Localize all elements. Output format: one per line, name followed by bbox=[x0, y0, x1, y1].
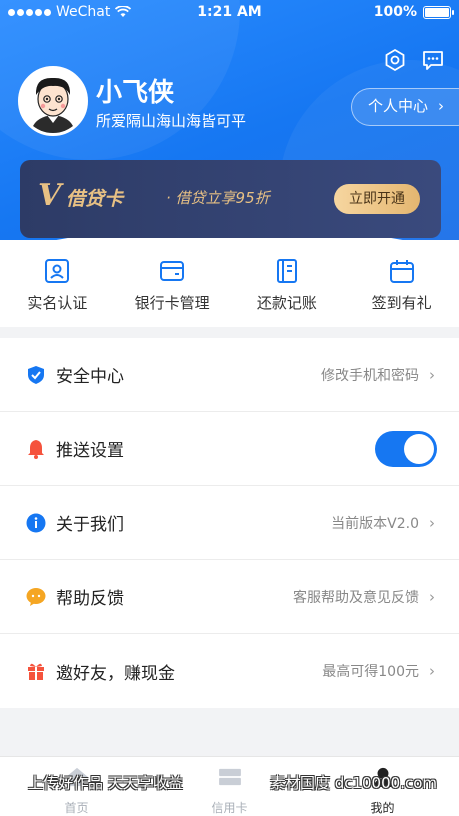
avatar[interactable] bbox=[18, 66, 88, 136]
quick-item-bank-card[interactable]: 银行卡管理 bbox=[115, 240, 230, 327]
menu-label: 推送设置 bbox=[56, 441, 124, 461]
watermark-right: 素材国度 dc10000.com bbox=[269, 774, 437, 792]
quick-item-check-in[interactable]: 签到有礼 bbox=[344, 240, 459, 327]
chevron-right-icon: › bbox=[438, 97, 444, 115]
menu-value: 当前版本V2.0 bbox=[331, 515, 419, 532]
menu-item-about[interactable]: 关于我们 当前版本V2.0 › bbox=[0, 486, 459, 560]
credit-card-icon bbox=[218, 768, 241, 786]
bell-icon bbox=[26, 439, 46, 459]
message-icon[interactable] bbox=[421, 48, 445, 72]
battery-icon bbox=[423, 5, 454, 19]
menu-label: 帮助反馈 bbox=[56, 589, 124, 609]
menu-label: 关于我们 bbox=[56, 515, 124, 535]
tab-label: 首页 bbox=[64, 801, 89, 815]
quick-item-real-name[interactable]: 实名认证 bbox=[0, 240, 115, 327]
menu-label: 安全中心 bbox=[56, 367, 124, 387]
shield-icon bbox=[26, 365, 46, 385]
chevron-right-icon: › bbox=[429, 662, 435, 680]
battery-percent: 100% bbox=[373, 4, 417, 20]
personal-center-button[interactable]: 个人中心 › bbox=[351, 88, 459, 126]
calendar-icon bbox=[389, 260, 414, 283]
quick-label: 银行卡管理 bbox=[134, 294, 210, 312]
personal-center-label: 个人中心 bbox=[368, 97, 429, 115]
watermark-left: 上传好作品 天天享收益 bbox=[28, 774, 183, 792]
quick-label: 还款记账 bbox=[256, 294, 317, 312]
menu-value: 客服帮助及意见反馈 bbox=[293, 589, 419, 606]
menu-item-security[interactable]: 安全中心 修改手机和密码 › bbox=[0, 338, 459, 412]
tab-label: 我的 bbox=[370, 801, 395, 815]
quick-item-repayment[interactable]: 还款记账 bbox=[230, 240, 345, 327]
vip-icon: V bbox=[38, 178, 62, 213]
loan-card-title: 借贷卡 bbox=[66, 188, 124, 210]
bank-card-icon bbox=[160, 261, 185, 281]
chat-icon bbox=[26, 587, 46, 607]
notebook-icon bbox=[276, 259, 297, 283]
chevron-right-icon: › bbox=[429, 513, 435, 532]
status-bar: WeChat 1:21 AM 100% bbox=[0, 0, 459, 26]
open-now-button[interactable]: 立即开通 bbox=[334, 184, 420, 214]
menu-item-invite[interactable]: 邀好友，赚现金 最高可得100元 › bbox=[0, 634, 459, 708]
id-card-icon bbox=[45, 259, 70, 283]
menu-value: 最高可得100元 bbox=[322, 664, 419, 680]
quick-label: 签到有礼 bbox=[371, 294, 432, 312]
info-icon bbox=[26, 513, 46, 533]
chevron-right-icon: › bbox=[429, 587, 435, 606]
chevron-right-icon: › bbox=[429, 365, 435, 384]
user-signature: 所爱隔山海山海皆可平 bbox=[96, 112, 247, 130]
menu-value: 修改手机和密码 bbox=[321, 367, 419, 384]
gift-icon bbox=[26, 661, 46, 681]
quick-label: 实名认证 bbox=[27, 294, 88, 312]
push-toggle[interactable] bbox=[375, 430, 437, 467]
settings-menu: 安全中心 修改手机和密码 › 推送设置 关于我们 当前版本V2.0 › 帮助反馈… bbox=[0, 338, 459, 708]
quick-actions: 实名认证 银行卡管理 还款记账 签到有礼 bbox=[0, 240, 459, 327]
loan-card-subtitle: · 借贷立享95折 bbox=[166, 189, 270, 207]
menu-item-push[interactable]: 推送设置 bbox=[0, 412, 459, 486]
settings-icon[interactable] bbox=[383, 48, 407, 72]
menu-item-help[interactable]: 帮助反馈 客服帮助及意见反馈 › bbox=[0, 560, 459, 634]
user-name: 小飞侠 bbox=[96, 78, 175, 108]
menu-label: 邀好友，赚现金 bbox=[56, 663, 175, 684]
tab-label: 信用卡 bbox=[211, 801, 248, 815]
loan-card-banner[interactable]: V 借贷卡 · 借贷立享95折 立即开通 bbox=[20, 160, 441, 238]
